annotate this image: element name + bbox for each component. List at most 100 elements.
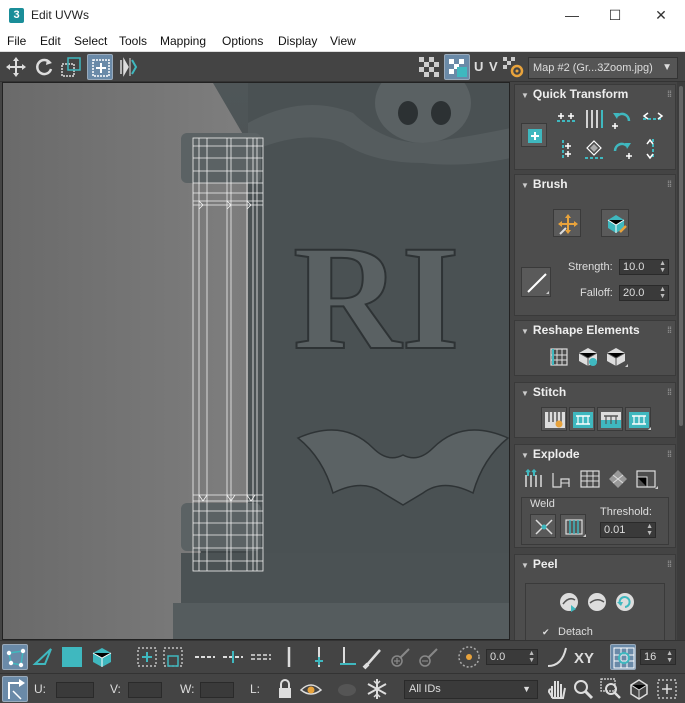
minimize-button[interactable]: —	[549, 0, 595, 31]
pan-hand-icon[interactable]	[544, 676, 570, 702]
paint-select-shrink-icon[interactable]	[416, 644, 442, 670]
align-horizontal-icon[interactable]	[553, 107, 579, 131]
flip-vertical-icon[interactable]	[640, 137, 666, 161]
flatten-by-material-icon[interactable]	[605, 467, 631, 491]
soft-selection-icon[interactable]	[456, 644, 482, 670]
material-id-dropdown[interactable]: All IDs ▼	[404, 680, 538, 699]
flatten-by-smoothing-icon[interactable]	[577, 467, 603, 491]
strength-spinner[interactable]: 10.0 ▲ ▼	[619, 259, 669, 275]
menu-tools[interactable]: Tools	[119, 34, 147, 48]
stitch-average-icon[interactable]	[597, 407, 623, 431]
detach-checkbox[interactable]: ✔ Detach	[542, 626, 593, 638]
shrink-selection-icon[interactable]	[160, 644, 186, 670]
straighten-icon[interactable]	[581, 107, 607, 131]
grid-snap-icon[interactable]	[610, 644, 636, 670]
zoom-region-icon[interactable]	[598, 676, 624, 702]
lock-icon[interactable]	[272, 676, 298, 702]
scale-icon[interactable]	[58, 54, 84, 80]
visibility-icon[interactable]	[298, 676, 324, 702]
loop-grow-icon[interactable]	[220, 644, 246, 670]
mirror-icon[interactable]	[116, 54, 142, 80]
edge-mode-icon[interactable]	[31, 644, 57, 670]
polygon-mode-icon[interactable]	[59, 644, 85, 670]
quick-peel-icon[interactable]	[556, 590, 582, 614]
element-mode-icon[interactable]	[89, 644, 115, 670]
brush-falloff-curve-icon[interactable]	[521, 267, 551, 297]
w-field[interactable]	[200, 682, 234, 698]
detach-edge-verts-icon[interactable]	[549, 467, 575, 491]
uv-editor-viewport[interactable]: RI	[2, 82, 510, 640]
ring-grow-icon[interactable]	[306, 644, 332, 670]
set-pivot-icon[interactable]	[521, 123, 547, 147]
rotate-cw-icon[interactable]	[609, 137, 635, 161]
stitch-custom-icon[interactable]	[541, 407, 567, 431]
move-icon[interactable]	[3, 54, 29, 80]
uv-display-label[interactable]: U V	[474, 59, 499, 74]
angle-spinner[interactable]: 0.0 ▲ ▼	[486, 649, 538, 665]
flatten-settings-icon[interactable]	[633, 467, 659, 491]
relax-brush-icon[interactable]	[601, 209, 629, 237]
menu-select[interactable]: Select	[74, 34, 107, 48]
paint-select-grow-icon[interactable]	[388, 644, 414, 670]
menu-view[interactable]: View	[330, 34, 356, 48]
space-evenly-icon[interactable]	[581, 137, 607, 161]
spinner-arrows-icon[interactable]: ▲ ▼	[528, 650, 535, 664]
rollout-header-stitch[interactable]: ▼ Stitch ⁞⁞	[515, 383, 675, 401]
rotate-icon[interactable]	[31, 54, 57, 80]
rollout-header-peel[interactable]: ▼ Peel ⁞⁞	[515, 555, 675, 573]
rollout-header-brush[interactable]: ▼ Brush ⁞⁞	[515, 175, 675, 193]
paint-move-icon[interactable]	[553, 209, 581, 237]
panel-scrollbar[interactable]	[677, 82, 685, 640]
maximize-button[interactable]: ☐	[592, 0, 638, 31]
freeze-icon[interactable]	[364, 676, 390, 702]
ring-shrink-icon[interactable]	[334, 644, 360, 670]
ring-select-icon[interactable]	[276, 644, 302, 670]
checker-pattern-icon[interactable]	[416, 54, 442, 80]
spinner-arrows-icon[interactable]: ▲ ▼	[646, 523, 653, 537]
menu-options[interactable]: Options	[222, 34, 263, 48]
zoom-extents-icon[interactable]	[626, 676, 652, 702]
loop-shrink-icon[interactable]	[248, 644, 274, 670]
stitch-to-target-icon[interactable]	[625, 407, 651, 431]
menu-edit[interactable]: Edit	[40, 34, 61, 48]
flip-horizontal-icon[interactable]	[640, 107, 666, 131]
align-vertical-icon[interactable]	[553, 137, 579, 161]
zoom-icon[interactable]	[570, 676, 596, 702]
grid-spinner[interactable]: 16 ▲ ▼	[640, 649, 676, 665]
weld-selected-icon[interactable]	[530, 514, 556, 538]
hide-selected-icon[interactable]	[334, 676, 360, 702]
straighten-selection-icon[interactable]	[547, 345, 573, 369]
close-button[interactable]: ✕	[638, 0, 684, 31]
weld-target-icon[interactable]	[560, 514, 586, 538]
falloff-spinner[interactable]: 20.0 ▲ ▼	[619, 285, 669, 301]
spinner-arrows-icon[interactable]: ▲ ▼	[659, 286, 666, 300]
freeform-icon[interactable]	[87, 54, 113, 80]
scrollbar-thumb[interactable]	[679, 86, 683, 426]
vertex-mode-icon[interactable]	[2, 644, 28, 670]
menu-mapping[interactable]: Mapping	[160, 34, 206, 48]
absolute-offset-icon[interactable]	[2, 676, 28, 702]
grow-selection-icon[interactable]	[134, 644, 160, 670]
checkbox-checked-icon[interactable]: ✔	[542, 627, 552, 637]
threshold-spinner[interactable]: 0.01 ▲ ▼	[600, 522, 656, 538]
menu-file[interactable]: File	[7, 34, 26, 48]
stitch-to-source-icon[interactable]	[569, 407, 595, 431]
falloff-curve-icon[interactable]	[544, 644, 570, 670]
rotate-ccw-icon[interactable]	[609, 107, 635, 131]
reset-peel-icon[interactable]	[612, 590, 638, 614]
relax-icon[interactable]	[575, 345, 601, 369]
map-settings-icon[interactable]	[500, 54, 526, 80]
show-map-icon[interactable]	[444, 54, 470, 80]
break-icon[interactable]	[521, 467, 547, 491]
map-dropdown[interactable]: Map #2 (Gr...3Zoom.jpg) ▼	[528, 57, 678, 79]
spinner-arrows-icon[interactable]: ▲ ▼	[666, 650, 673, 664]
u-field[interactable]	[56, 682, 94, 698]
relax-settings-icon[interactable]	[603, 345, 629, 369]
rollout-header-explode[interactable]: ▼ Explode ⁞⁞	[515, 445, 675, 463]
xy-axis-label[interactable]: XY	[574, 650, 594, 667]
loop-select-icon[interactable]	[192, 644, 218, 670]
rollout-header-reshape[interactable]: ▼ Reshape Elements ⁞⁞	[515, 321, 675, 339]
spinner-arrows-icon[interactable]: ▲ ▼	[659, 260, 666, 274]
rollout-header-quick-transform[interactable]: ▼ Quick Transform ⁞⁞	[515, 85, 675, 103]
peel-mode-icon[interactable]	[584, 590, 610, 614]
